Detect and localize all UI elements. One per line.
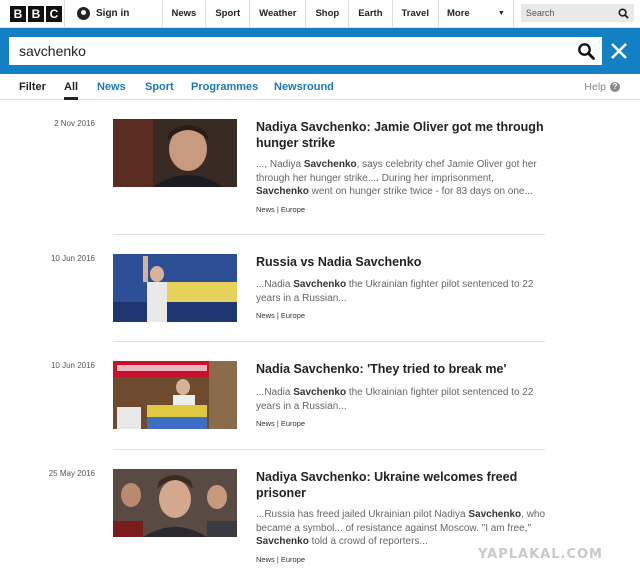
bbc-logo[interactable]: B B C: [0, 0, 65, 27]
filter-label: Filter: [19, 81, 46, 93]
result-title[interactable]: Nadiya Savchenko: Jamie Oliver got me th…: [256, 119, 546, 151]
search-submit-icon[interactable]: [577, 42, 595, 60]
logo-letter: C: [46, 5, 62, 22]
result-date: 10 Jun 2016: [50, 254, 95, 263]
nav-item-news[interactable]: News: [163, 0, 207, 27]
result-title[interactable]: Russia vs Nadia Savchenko: [256, 254, 546, 270]
tab-newsround[interactable]: Newsround: [274, 81, 334, 93]
nav-item-earth[interactable]: Earth: [349, 0, 393, 27]
result-divider: [113, 341, 545, 342]
watermark: YAPLAKAL.COM: [478, 547, 603, 562]
logo-letter: B: [10, 5, 26, 22]
help-link[interactable]: Help ?: [584, 81, 620, 93]
filter-bar: Filter All News Sport Programmes Newsrou…: [0, 74, 640, 100]
result-title[interactable]: Nadia Savchenko: 'They tried to break me…: [256, 361, 546, 377]
result-snippet: ...Nadia Savchenko the Ukrainian fighter…: [256, 387, 534, 412]
parliament-podium-photo-icon[interactable]: [113, 361, 237, 429]
tab-all[interactable]: All: [64, 81, 79, 100]
search-icon: [618, 7, 629, 19]
nav-item-sport[interactable]: Sport: [206, 0, 251, 27]
nav-more-label: More: [446, 8, 470, 19]
crowd-photo-icon[interactable]: [113, 469, 237, 537]
tab-sport[interactable]: Sport: [145, 81, 174, 93]
raised-fist-photo-icon[interactable]: [113, 254, 237, 322]
user-icon: [77, 7, 90, 20]
result-date: 25 May 2016: [48, 469, 95, 478]
search-input[interactable]: [19, 43, 559, 59]
result-snippet: ...Nadia Savchenko the Ukrainian fighter…: [256, 279, 534, 304]
search-band: [0, 28, 640, 74]
nav-item-weather[interactable]: Weather: [250, 0, 307, 27]
result-date: 10 Jun 2016: [50, 361, 95, 370]
tab-programmes[interactable]: Programmes: [191, 81, 258, 93]
result-snippet: ...Russia has freed jailed Ukrainian pil…: [256, 509, 546, 547]
nav-item-travel[interactable]: Travel: [393, 0, 439, 27]
search-box: [9, 37, 602, 65]
result-tags[interactable]: News | Europe: [256, 419, 305, 428]
logo-letter: B: [28, 5, 44, 22]
portrait-photo-icon[interactable]: [113, 119, 237, 187]
header-search-input[interactable]: Search: [520, 4, 634, 22]
result-divider: [113, 449, 545, 450]
result-tags[interactable]: News | Europe: [256, 311, 305, 320]
result-tags[interactable]: News | Europe: [256, 205, 305, 214]
result-date: 2 Nov 2016: [54, 119, 95, 128]
help-label: Help: [584, 81, 606, 93]
result-snippet: ..., Nadiya Savchenko, says celebrity ch…: [256, 159, 537, 197]
sign-in-label: Sign in: [96, 8, 130, 19]
sign-in-link[interactable]: Sign in: [65, 0, 163, 27]
nav-more-dropdown[interactable]: More ▼: [439, 0, 514, 27]
close-icon[interactable]: [605, 37, 633, 65]
top-navigation: B B C Sign in News Sport Weather Shop Ea…: [0, 0, 640, 28]
chevron-down-icon: ▼: [497, 10, 505, 17]
nav-item-shop[interactable]: Shop: [306, 0, 350, 27]
result-divider: [113, 234, 545, 235]
result-tags[interactable]: News | Europe: [256, 555, 305, 564]
help-icon: ?: [610, 82, 620, 92]
tab-news[interactable]: News: [97, 81, 126, 93]
result-title[interactable]: Nadiya Savchenko: Ukraine welcomes freed…: [256, 469, 546, 501]
header-search-placeholder: Search: [525, 8, 555, 18]
